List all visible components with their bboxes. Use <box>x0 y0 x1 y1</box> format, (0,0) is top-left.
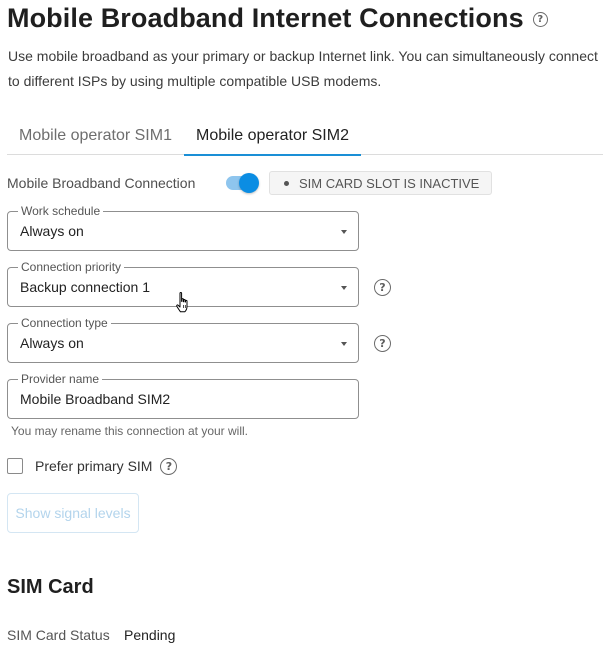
broadband-connection-row: Mobile Broadband Connection SIM CARD SLO… <box>7 171 597 195</box>
sim-slot-status-text: SIM CARD SLOT IS INACTIVE <box>299 175 480 191</box>
sim-card-section-title: SIM Card <box>7 576 94 598</box>
work-schedule-value: Always on <box>20 223 84 239</box>
connection-type-help-icon[interactable]: ? <box>374 335 391 352</box>
page-title: Mobile Broadband Internet Connections <box>7 2 524 33</box>
connection-type-value: Always on <box>20 335 84 351</box>
show-signal-levels-button[interactable]: Show signal levels <box>7 493 139 533</box>
sim-slot-status-badge: SIM CARD SLOT IS INACTIVE <box>269 171 493 195</box>
status-dot-icon <box>284 180 289 186</box>
connection-toggle[interactable] <box>225 171 261 195</box>
sim-card-status-label: SIM Card Status <box>7 627 110 643</box>
connection-type-select[interactable]: Connection type Always on <box>7 316 359 363</box>
sim-card-status-row: SIM Card Status Pending <box>7 627 175 643</box>
caret-down-icon <box>341 342 347 346</box>
title-help-icon[interactable]: ? <box>532 12 548 27</box>
sim-card-status-value: Pending <box>124 627 176 643</box>
tab-sim2[interactable]: Mobile operator SIM2 <box>184 117 361 156</box>
page-description: Use mobile broadband as your primary or … <box>8 44 604 94</box>
connection-priority-label: Connection priority <box>18 260 125 274</box>
page-header: Mobile Broadband Internet Connections ? <box>7 0 548 36</box>
toggle-thumb <box>239 173 259 193</box>
description-line-2: to different ISPs by using multiple comp… <box>8 73 382 89</box>
provider-name-value: Mobile Broadband SIM2 <box>20 391 171 407</box>
connection-priority-value: Backup connection 1 <box>20 279 150 295</box>
prefer-primary-checkbox[interactable] <box>7 458 23 474</box>
work-schedule-select[interactable]: Work schedule Always on <box>7 204 359 251</box>
caret-down-icon <box>341 230 347 234</box>
prefer-primary-row: Prefer primary SIM ? <box>7 457 178 475</box>
sim-tabs: Mobile operator SIM1 Mobile operator SIM… <box>7 117 603 156</box>
caret-down-icon <box>341 286 347 290</box>
prefer-primary-help-icon[interactable]: ? <box>160 457 178 475</box>
provider-name-label: Provider name <box>18 372 103 386</box>
connection-priority-help-icon[interactable]: ? <box>374 279 391 296</box>
connection-type-label: Connection type <box>18 316 111 330</box>
description-line-1: Use mobile broadband as your primary or … <box>8 48 598 64</box>
prefer-primary-label: Prefer primary SIM <box>35 458 153 474</box>
provider-name-input[interactable]: Provider name Mobile Broadband SIM2 <box>7 372 359 419</box>
connection-priority-select[interactable]: Connection priority Backup connection 1 <box>7 260 359 307</box>
tab-sim1[interactable]: Mobile operator SIM1 <box>7 117 184 155</box>
connection-toggle-label: Mobile Broadband Connection <box>7 175 196 191</box>
work-schedule-label: Work schedule <box>18 204 104 218</box>
provider-name-hint: You may rename this connection at your w… <box>11 424 249 438</box>
